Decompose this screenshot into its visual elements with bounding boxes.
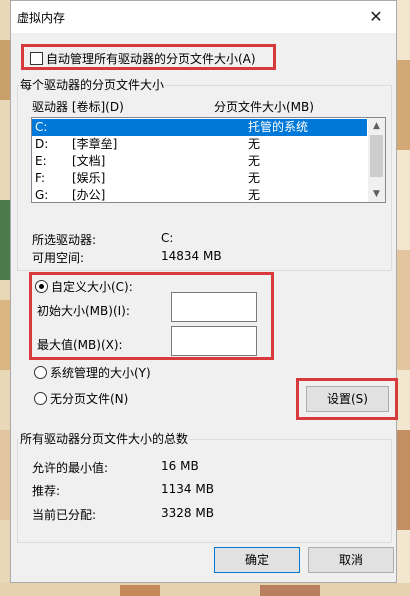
custom-size-radio[interactable] [35, 280, 48, 293]
drive-volume-label: [办公] [72, 188, 106, 202]
virtual-memory-dialog: 虚拟内存 ✕ 自动管理所有驱动器的分页文件大小(A) 每个驱动器的分页文件大小 … [10, 0, 398, 583]
set-button[interactable]: 设置(S) [306, 386, 389, 412]
drive-volume-label: [娱乐] [72, 171, 106, 185]
drive-letter: D: [35, 137, 49, 151]
drive-row[interactable]: G: [办公] 无 [32, 187, 367, 202]
custom-size-label[interactable]: 自定义大小(C): [51, 278, 133, 295]
current-allocated-value: 3328 MB [161, 506, 214, 520]
ok-button[interactable]: 确定 [214, 547, 300, 573]
recommended-label: 推荐: [32, 484, 61, 498]
drive-volume-label: [文档] [72, 154, 106, 168]
min-allowed-value: 16 MB [161, 459, 199, 473]
drive-row[interactable]: F: [娱乐] 无 [32, 170, 367, 187]
drive-list-scrollbar[interactable]: ▲ ▼ [368, 118, 385, 202]
radio-selected-dot [39, 284, 44, 289]
current-allocated-label: 当前已分配: [32, 508, 97, 522]
close-icon[interactable]: ✕ [356, 1, 396, 33]
drive-row[interactable]: C: 托管的系统 [32, 119, 367, 136]
min-allowed-label: 允许的最小值: [32, 461, 109, 475]
max-size-input[interactable] [171, 326, 257, 356]
selected-drive-value: C: [161, 231, 174, 245]
scroll-up-icon[interactable]: ▲ [368, 118, 385, 134]
custom-size-highlight: 自定义大小(C): 初始大小(MB)(I): 最大值(MB)(X): [29, 272, 274, 360]
drive-letter: F: [35, 171, 46, 185]
drive-list[interactable]: C: 托管的系统 D: [李章垒] 无 E: [文档] 无 F: [娱乐] 无 … [31, 117, 386, 203]
drive-row[interactable]: E: [文档] 无 [32, 153, 367, 170]
drive-paging-size: 托管的系统 [248, 120, 309, 134]
drive-letter: G: [35, 188, 49, 202]
drive-letter: E: [35, 154, 47, 168]
title-bar: 虚拟内存 ✕ [11, 1, 396, 33]
drive-letter: C: [35, 120, 48, 134]
drive-row[interactable]: D: [李章垒] 无 [32, 136, 367, 153]
auto-manage-highlight: 自动管理所有驱动器的分页文件大小(A) [21, 44, 276, 70]
drives-group-title: 每个驱动器的分页文件大小 [19, 76, 166, 93]
no-paging-label[interactable]: 无分页文件(N) [50, 390, 128, 407]
initial-size-input[interactable] [171, 292, 257, 322]
drive-volume-label: [李章垒] [72, 137, 118, 151]
system-managed-label[interactable]: 系统管理的大小(Y) [50, 364, 151, 381]
recommended-value: 1134 MB [161, 482, 214, 496]
drive-paging-size: 无 [248, 171, 261, 185]
drive-paging-size: 无 [248, 137, 261, 151]
free-space-value: 14834 MB [161, 249, 222, 263]
scrollbar-thumb[interactable] [370, 135, 383, 177]
initial-size-label: 初始大小(MB)(I): [37, 304, 130, 318]
free-space-label: 可用空间: [32, 251, 85, 265]
selected-drive-label: 所选驱动器: [32, 233, 97, 247]
auto-manage-label[interactable]: 自动管理所有驱动器的分页文件大小(A) [46, 50, 256, 67]
auto-manage-checkbox[interactable] [30, 52, 43, 65]
cancel-button[interactable]: 取消 [308, 547, 394, 573]
max-size-label: 最大值(MB)(X): [37, 338, 123, 352]
window-title: 虚拟内存 [17, 11, 66, 25]
no-paging-radio[interactable] [34, 392, 47, 405]
system-managed-radio[interactable] [34, 366, 47, 379]
drive-paging-size: 无 [248, 154, 261, 168]
scroll-down-icon[interactable]: ▼ [368, 186, 385, 202]
column-header-size: 分页文件大小(MB) [214, 100, 314, 114]
drive-paging-size: 无 [248, 188, 261, 202]
column-header-drive: 驱动器 [卷标](D) [32, 100, 124, 114]
totals-group-title: 所有驱动器分页文件大小的总数 [19, 430, 190, 447]
set-button-highlight: 设置(S) [296, 378, 398, 420]
